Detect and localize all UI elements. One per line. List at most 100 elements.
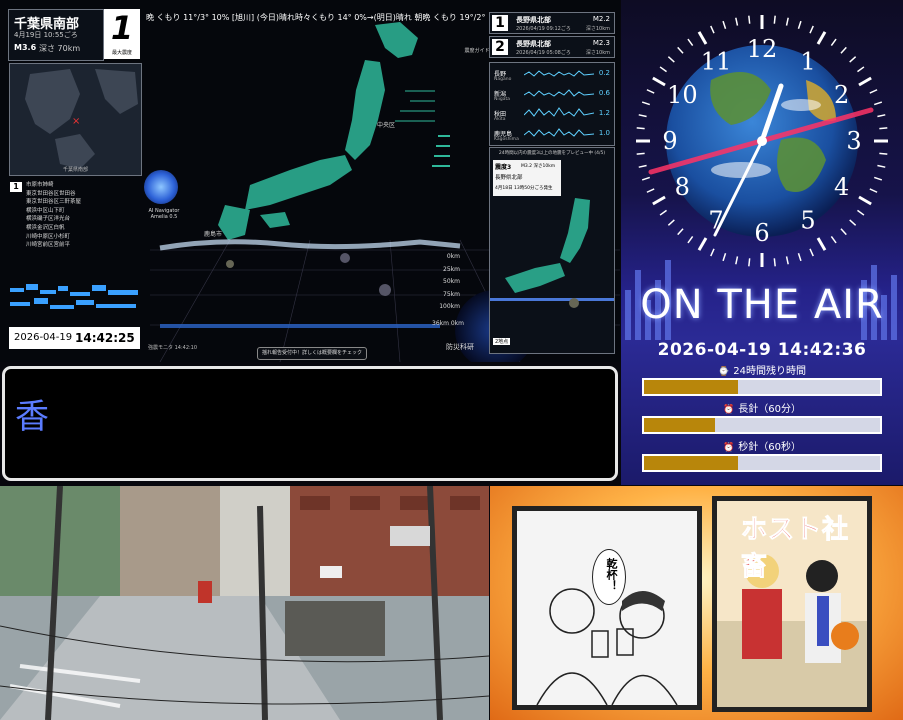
clock-tick <box>830 38 837 46</box>
clock-number: 12 <box>747 35 778 63</box>
manga-cover: ホスト社畜 <box>712 496 872 712</box>
clock-tick <box>687 38 694 46</box>
clock-tick <box>677 228 684 236</box>
clock-tick <box>857 209 865 216</box>
clock-tick <box>857 66 865 73</box>
max-intensity-box: 1 最大震度 <box>104 9 140 59</box>
bar-label-text: 長針（60分） <box>738 404 801 415</box>
clock-tick <box>879 152 888 155</box>
clock-tick <box>697 237 708 251</box>
minute-hand-bar <box>642 416 882 434</box>
clock-tick <box>785 17 789 26</box>
area-item: 横浜中区山下町 <box>26 207 65 214</box>
manga-title: ホスト社畜 <box>741 515 850 583</box>
clock-tick <box>710 25 715 34</box>
monitor-date: 2026-04-19 <box>14 332 73 343</box>
street-scene <box>0 486 489 720</box>
speech-bubble: 乾杯！ <box>592 549 626 605</box>
manga-page-left: 乾杯！ <box>512 506 702 710</box>
wave-station-value: 1.2 <box>598 109 610 117</box>
recent-quake-magnitude: M2.2 <box>592 15 610 23</box>
clock-number: 8 <box>675 173 690 201</box>
clock-tick <box>849 219 857 226</box>
clock-tick <box>797 252 802 262</box>
preview-station-count: 2地点 <box>493 338 511 345</box>
clock-tick <box>667 56 675 63</box>
max-intensity-label: 最大震度 <box>111 50 132 56</box>
earthquake-monitor: 千葉県南部 4月19日 10:55ごろ M3.6 深さ 70km 1 最大震度 … <box>0 0 620 362</box>
clock-tick <box>873 176 883 181</box>
clock-tick <box>877 114 886 118</box>
recent-quake-2: 2 長野県北部 M2.3 2026/04/19 05:08ごろ 深さ10km <box>489 36 615 58</box>
recent-quake-index: 2 <box>492 39 508 55</box>
clock-tick <box>809 25 814 34</box>
scale-tick: 50km <box>443 278 460 285</box>
area-item: 東京世田谷区三軒茶屋 <box>26 199 82 206</box>
clock-tick <box>869 188 878 193</box>
clock-tick <box>840 228 847 236</box>
watch-icon: ⌚ <box>718 367 730 377</box>
clock-number: 10 <box>667 81 698 109</box>
area-item: 東京世田谷区世田谷 <box>26 190 76 197</box>
clock-tick <box>659 209 667 216</box>
area-intensity-badge: 1 <box>10 182 22 192</box>
bar-label-text: 秒針（60秒） <box>738 442 801 453</box>
analog-clock: 12 1234567891011 <box>636 15 888 267</box>
clock-tick <box>697 31 708 45</box>
recent-quake-depth: 深さ10km <box>585 26 610 32</box>
manga-promo: 乾杯！ ホスト社畜 <box>490 486 903 720</box>
clock-tick <box>677 46 684 54</box>
clock-tick <box>641 176 651 181</box>
on-air-title: ON THE AIR <box>640 282 884 328</box>
clock-tick <box>641 101 651 106</box>
clock-tick <box>638 114 647 118</box>
svg-text:×: × <box>72 116 80 127</box>
recent-quake-time: 2026/04/19 09:12ごろ <box>516 26 571 32</box>
speech-bubble-text: 乾杯！ <box>605 558 618 591</box>
epicenter-info-box: 千葉県南部 4月19日 10:55ごろ M3.6 深さ 70km <box>8 9 104 61</box>
clock-tick <box>785 256 789 265</box>
ai-navigator-label: AI Navigator Amelia 0.5 <box>148 208 180 220</box>
mini-map-caption: 千葉県南部 <box>62 167 88 173</box>
preview-title: 24時間以内の震度3以上の地震をプレビュー中 (4/5) <box>498 151 606 156</box>
clock-tick <box>816 31 827 45</box>
wave-station-romaji: Nagano <box>494 77 512 82</box>
clock-tick <box>858 76 872 87</box>
quake-depth: 深さ 70km <box>39 44 81 53</box>
wave-station-romaji: Kagoshima <box>494 137 519 142</box>
preview-location: 長野県北部 <box>495 175 523 181</box>
clock-tick <box>710 248 715 257</box>
ai-navigator-icon <box>144 170 178 204</box>
clock-tick <box>748 258 751 267</box>
monitor-time: 14:42:25 <box>75 331 135 345</box>
day-remaining-bar <box>642 378 882 396</box>
map-city-label: 中央区 <box>377 122 396 129</box>
minute-hand-fill <box>644 418 715 432</box>
manga-illustration <box>517 511 697 705</box>
preview-card: 震度3 M3.2 深さ10km 長野県北部 4月18日 13時50分ごろ発生 <box>493 160 561 196</box>
clock-number: 2 <box>834 81 849 109</box>
clock-tick <box>849 56 857 63</box>
scale-tick: 25km <box>443 265 460 273</box>
clock-number: 11 <box>701 47 732 75</box>
caption-text: 香 <box>15 397 49 437</box>
clock-tick <box>816 237 827 251</box>
clock-tick <box>667 219 675 226</box>
clock-tick <box>773 15 776 24</box>
clock-tick <box>858 195 872 206</box>
distance-readout: 36km 0km <box>432 320 464 327</box>
preview-magnitude: M3.2 深さ10km <box>521 164 556 169</box>
wave-station-romaji: Akita <box>494 117 506 122</box>
clock-tick <box>636 152 645 155</box>
monitor-clock: 2026-04-19 14:42:25 <box>9 327 140 349</box>
clock-tick <box>659 66 667 73</box>
intensity-guide-label: 震度ガイド <box>464 48 490 54</box>
area-item: 川崎中原区小杉町 <box>26 233 71 240</box>
scale-tick: 75km <box>443 290 460 298</box>
alarm-clock-icon: ⏰ <box>723 443 735 453</box>
clock-tick <box>687 236 694 244</box>
clock-number: 5 <box>800 207 815 235</box>
clock-tick <box>646 188 655 193</box>
area-item: 横浜金沢区白帆 <box>26 224 65 231</box>
clock-tick <box>652 76 666 87</box>
